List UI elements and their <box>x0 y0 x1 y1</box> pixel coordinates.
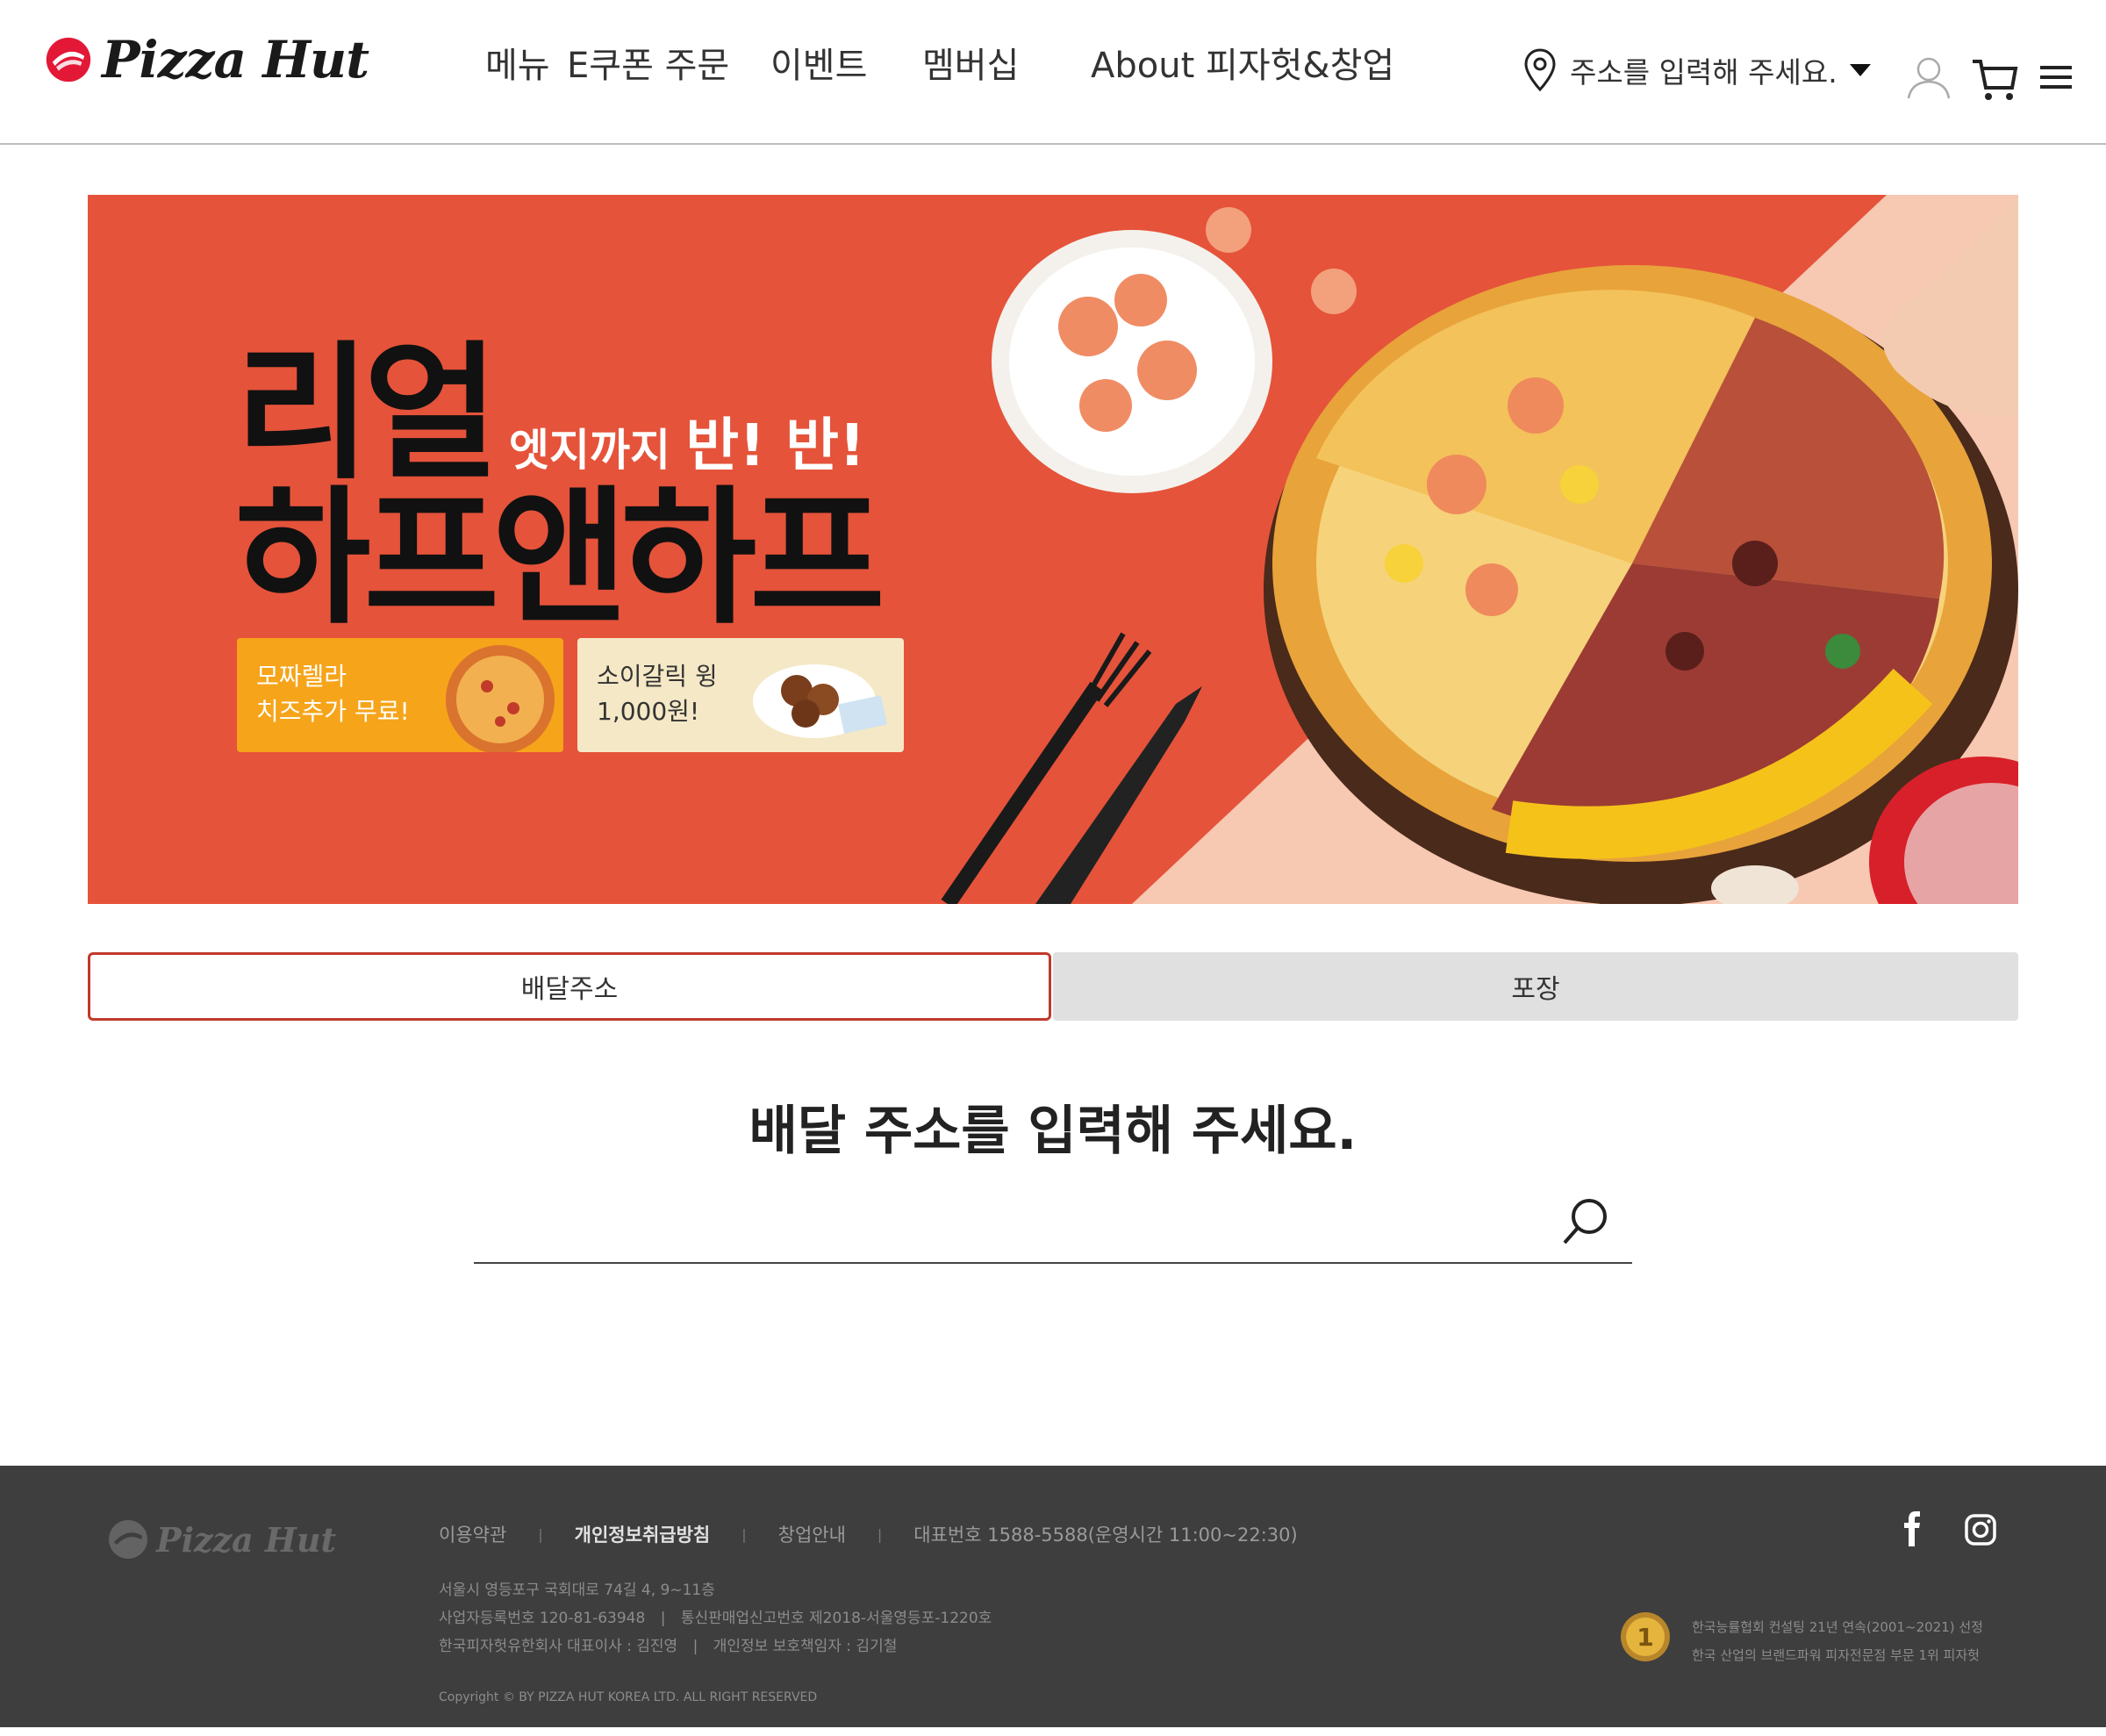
tab-delivery-label: 배달주소 <box>520 974 619 1005</box>
address-prompt-label: 주소를 입력해 주세요. <box>1570 55 1837 90</box>
tab-pickup-label: 포장 <box>1511 974 1560 1005</box>
site-header: Pizza Hut 메뉴 E쿠폰 주문 이벤트 멤버십 About 피자헛&창업… <box>0 0 2106 145</box>
address-selector[interactable]: 주소를 입력해 주세요. <box>1522 44 1871 97</box>
footer-business-reg: 사업자등록번호 120-81-63948 <box>439 1610 646 1627</box>
footer-separator: | <box>692 1638 698 1655</box>
banner-headline-1: 리얼 <box>235 327 499 499</box>
footer-logo-wordmark: Pizza Hut <box>156 1519 337 1560</box>
footer-separator: | <box>741 1525 747 1543</box>
footer-link-privacy[interactable]: 개인정보취급방침 <box>575 1521 711 1547</box>
award-line-2: 한국 산업의 브랜드파워 피자전문점 부문 1위 피자헛 <box>1692 1647 1980 1663</box>
banner-subline-emphasis: 반! 반! <box>685 412 866 479</box>
banner-subline: 엣지까지 반! 반! <box>509 398 865 483</box>
footer-privacy-officer: 개인정보 보호책임자 : 김기철 <box>713 1638 898 1655</box>
footer-logo: Pizza Hut <box>107 1518 336 1560</box>
award-badge-number: 1 <box>1637 1623 1653 1652</box>
footer-separator: | <box>538 1525 543 1543</box>
footer-company-line: 한국피자헛유한회사 대표이사 : 김진영 | 개인정보 보호책임자 : 김기철 <box>439 1632 992 1661</box>
footer-company-ceo: 한국피자헛유한회사 대표이사 : 김진영 <box>439 1638 678 1655</box>
search-icon[interactable] <box>1558 1194 1614 1250</box>
footer-registration: 사업자등록번호 120-81-63948 | 통신판매업신고번호 제2018-서… <box>439 1604 992 1632</box>
footer-phone: 대표번호 1588-5588(운영시간 11:00~22:30) <box>913 1524 1298 1546</box>
address-search-input[interactable] <box>474 1185 1544 1260</box>
banner-subline-prefix: 엣지까지 <box>509 425 670 476</box>
footer-logo-icon <box>109 1520 147 1559</box>
footer-copyright: Copyright © BY PIZZA HUT KOREA LTD. ALL … <box>439 1690 818 1704</box>
user-icon[interactable] <box>1904 54 1953 100</box>
award-line-1: 한국능률협회 컨설팅 21년 연속(2001~2021) 선정 <box>1692 1619 1983 1635</box>
footer-link-franchise[interactable]: 창업안내 <box>778 1521 846 1547</box>
location-pin-icon <box>1524 48 1556 92</box>
footer-separator: | <box>877 1525 883 1543</box>
nav-membership[interactable]: 멤버십 <box>922 39 1019 92</box>
delivery-address-title: 배달 주소를 입력해 주세요. <box>749 1101 1357 1162</box>
footer-company-info: 서울시 영등포구 국회대로 74길 4, 9~11층 사업자등록번호 120-8… <box>439 1576 992 1661</box>
instagram-icon[interactable] <box>1964 1513 1997 1546</box>
footer-address: 서울시 영등포구 국회대로 74길 4, 9~11층 <box>439 1582 715 1599</box>
promo-text-free-cheese: 모짜렐라 치즈추가 무료! <box>256 662 410 726</box>
footer-separator: | <box>660 1610 666 1627</box>
site-footer: Pizza Hut 이용약관 | 개인정보취급방침 | 창업안내 | 대표번호 … <box>0 1466 2106 1727</box>
nav-ecoupon-order[interactable]: E쿠폰 주문 <box>567 39 729 92</box>
promo-card-soy-garlic-wing: 소이갈릭 윙 1,000원! <box>577 638 904 752</box>
promo-card-free-cheese: 모짜렐라 치즈추가 무료! <box>237 638 563 752</box>
facebook-icon[interactable] <box>1900 1511 1926 1546</box>
footer-award-text: 한국능률협회 컨설팅 21년 연속(2001~2021) 선정 한국 산업의 브… <box>1692 1613 1983 1669</box>
cart-icon[interactable] <box>1970 56 2019 104</box>
nav-events[interactable]: 이벤트 <box>770 39 867 92</box>
banner-headline-2: 하프앤하프 <box>235 472 885 644</box>
footer-links: 이용약관 | 개인정보취급방침 | 창업안내 | 대표번호 1588-5588(… <box>439 1517 1298 1552</box>
caret-down-icon <box>1849 64 1871 76</box>
nav-about[interactable]: About 피자헛&창업 <box>1091 39 1394 92</box>
promo-banner[interactable]: 리얼 엣지까지 반! 반! 하프앤하프 모짜렐라 치즈추가 무료! 소이갈릭 윙… <box>88 195 2018 904</box>
address-search-bar <box>474 1185 1632 1264</box>
footer-link-terms[interactable]: 이용약관 <box>439 1521 506 1547</box>
promo-text-soy-garlic-wing: 소이갈릭 윙 1,000원! <box>597 662 718 726</box>
award-medal-icon: 1 <box>1621 1612 1670 1661</box>
nav-menu[interactable]: 메뉴 <box>485 39 550 92</box>
tab-delivery[interactable]: 배달주소 <box>88 952 1051 1021</box>
menu-icon[interactable] <box>2038 63 2074 91</box>
footer-ecommerce-reg: 통신판매업신고번호 제2018-서울영등포-1220호 <box>680 1610 992 1627</box>
tab-pickup[interactable]: 포장 <box>1053 952 2018 1021</box>
